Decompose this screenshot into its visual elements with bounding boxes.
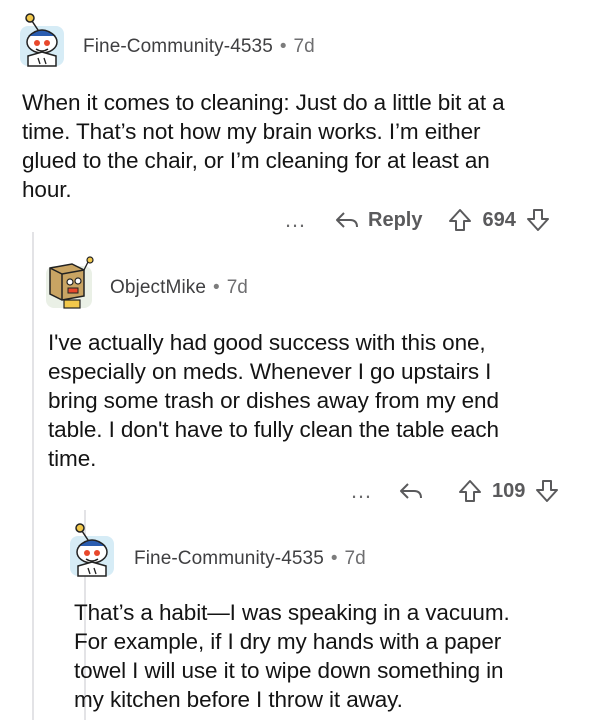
box-robot-avatar-icon [46, 256, 94, 309]
comment-age: 7d [293, 36, 315, 57]
downvote-button[interactable] [526, 208, 550, 232]
reply-label: Reply [368, 208, 423, 231]
vote-score: 109 [492, 479, 526, 502]
comment-actions: … 109 [346, 479, 559, 503]
snoo-avatar-icon [20, 13, 64, 67]
username[interactable]: Fine-Community-4535 [83, 36, 273, 58]
reply-arrow-icon [336, 212, 358, 228]
reply-arrow-icon [400, 483, 422, 499]
reply-button[interactable]: Reply [334, 209, 422, 232]
comment-header: Fine-Community-4535 • 7d [134, 548, 366, 570]
snoo-avatar-icon [70, 523, 114, 577]
comment-age: 7d [344, 548, 366, 569]
comment-body: When it comes to cleaning: Just do a lit… [22, 90, 505, 202]
separator-dot: • [330, 548, 338, 569]
separator-dot: • [213, 277, 220, 298]
comment-header: ObjectMike • 7d [110, 277, 248, 299]
upvote-button[interactable] [448, 208, 472, 232]
upvote-button[interactable] [458, 479, 482, 503]
downvote-button[interactable] [535, 479, 559, 503]
comment: ObjectMike • 7d I've actually had good s… [0, 240, 599, 510]
avatar[interactable] [18, 12, 66, 68]
comment-body: That’s a habit—I was speaking in a vacuu… [74, 600, 510, 712]
username[interactable]: ObjectMike [110, 277, 206, 299]
downvote-arrow-icon [536, 480, 559, 502]
avatar[interactable] [68, 522, 116, 578]
upvote-arrow-icon [449, 209, 472, 231]
downvote-arrow-icon [526, 209, 549, 231]
reply-button[interactable] [398, 481, 432, 501]
comment: Fine-Community-4535 • 7d That’s a habit—… [0, 510, 599, 720]
avatar[interactable] [42, 252, 98, 310]
comment-body: I've actually had good success with this… [48, 330, 499, 471]
upvote-arrow-icon [459, 480, 481, 502]
comment-header: Fine-Community-4535 • 7d [83, 36, 315, 58]
comment-age: 7d [226, 277, 248, 298]
more-options-button[interactable]: … [346, 480, 376, 502]
comment-actions: … Reply 694 [280, 208, 550, 232]
more-options-button[interactable]: … [280, 209, 310, 231]
vote-score: 694 [482, 208, 516, 231]
username[interactable]: Fine-Community-4535 [134, 548, 324, 570]
comment: Fine-Community-4535 • 7d When it comes t… [0, 0, 599, 240]
separator-dot: • [279, 36, 287, 57]
